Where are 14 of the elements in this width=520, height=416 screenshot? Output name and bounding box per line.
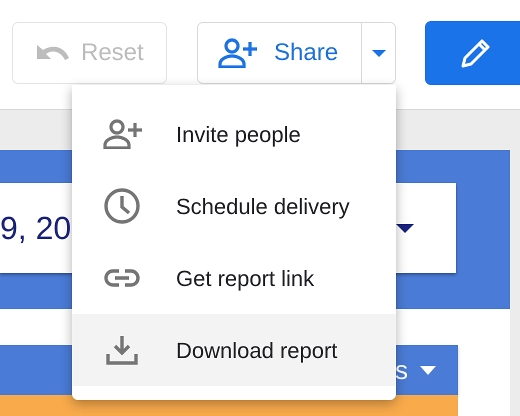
add-person-icon xyxy=(103,119,143,149)
add-person-icon xyxy=(218,38,258,68)
menu-item[interactable]: Invite people xyxy=(72,98,396,170)
undo-icon xyxy=(35,43,71,63)
menu-item[interactable]: Get report link xyxy=(72,242,396,314)
sort-caret-icon xyxy=(420,366,436,374)
share-dropdown-button[interactable] xyxy=(361,23,395,83)
caret-icon xyxy=(396,224,414,232)
column-header[interactable]: s xyxy=(395,350,408,390)
edit-button[interactable] xyxy=(425,21,520,85)
pencil-icon xyxy=(460,37,492,69)
caret-icon xyxy=(372,50,386,56)
menu-item[interactable]: Schedule delivery xyxy=(72,170,396,242)
menu-item[interactable]: Download report xyxy=(72,314,396,386)
